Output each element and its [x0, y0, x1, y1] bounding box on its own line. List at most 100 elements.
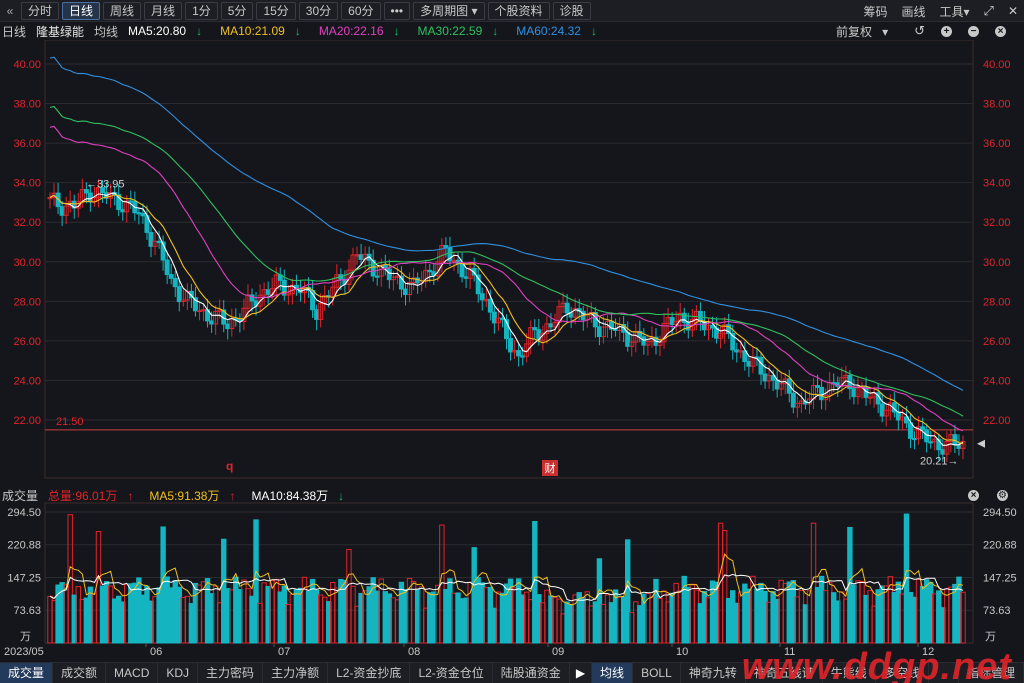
candle-body — [87, 192, 93, 203]
tools-dropdown[interactable]: 工具▾ — [939, 3, 969, 20]
volume-tick-right: 147.25 — [983, 573, 1017, 585]
candle-body — [427, 269, 433, 273]
settings-icon[interactable]: ⚙ — [997, 489, 1008, 501]
tab-intraday[interactable]: 分时 — [21, 1, 60, 20]
price-tick-left: 24.00 — [13, 375, 41, 387]
date-label: 06 — [150, 646, 162, 658]
ma20-text: MA20:22.16 — [318, 24, 384, 38]
double-chevron-left-icon[interactable]: « — [2, 4, 18, 18]
candle-body — [314, 309, 320, 320]
volume-title[interactable]: 成交量 — [2, 487, 38, 504]
zoom-in-icon[interactable]: + — [941, 25, 952, 37]
tab-magic-nine[interactable]: 神奇九转 — [681, 662, 746, 683]
candle-body — [164, 259, 170, 276]
tab-weekly[interactable]: 周线 — [103, 1, 142, 20]
volume-ma10: MA10:84.38万 ↓ — [251, 487, 354, 504]
tab-ma[interactable]: 均线 — [592, 662, 634, 683]
price-tick-left: 26.00 — [13, 336, 41, 348]
date-label: 09 — [552, 646, 564, 658]
up-arrow-icon: ↑ — [229, 488, 236, 503]
candle-body — [120, 209, 126, 213]
ma-info-bar: 日线 隆基绿能 均线 MA5:20.80 ↓ MA10:21.09 ↓ MA20:2… — [0, 22, 1024, 40]
draw-line-button[interactable]: 画线 — [901, 3, 925, 20]
volume-total: 总量:96.01万 ↑ — [48, 487, 143, 504]
candle-body — [596, 326, 602, 338]
ma30-value: MA30:22.59 ↓ — [418, 24, 509, 38]
multi-period-label: 多周期图 — [420, 3, 469, 18]
date-label: 08 — [408, 646, 420, 658]
marker-q: q — [226, 459, 233, 473]
zoom-out-icon[interactable]: − — [968, 25, 979, 37]
candle-body — [148, 231, 154, 247]
multi-period-dropdown[interactable]: 多周期图 ▾ — [413, 1, 485, 20]
tab-indicator-manage[interactable]: 指标管理 — [957, 663, 1024, 683]
tab-macd[interactable]: MACD — [106, 662, 159, 683]
diagnose-button[interactable]: 诊股 — [552, 1, 591, 20]
close-icon[interactable]: ✕ — [1008, 4, 1018, 18]
tab-kdj[interactable]: KDJ — [158, 662, 199, 683]
tab-hk-connect[interactable]: 陆股通资金 — [493, 662, 570, 683]
tab-main-net[interactable]: 主力净额 — [263, 662, 329, 683]
candle-body — [790, 392, 796, 408]
candle-body — [59, 206, 65, 216]
volume-ma10-text: MA10:84.38万 — [251, 488, 329, 503]
ma-lines — [49, 56, 964, 446]
tab-60min[interactable]: 60分 — [341, 1, 381, 20]
tab-30min[interactable]: 30分 — [298, 1, 339, 20]
more-periods-button[interactable]: ••• — [383, 1, 411, 20]
down-arrow-icon: ↓ — [492, 24, 499, 38]
close-panel-icon[interactable]: × — [968, 489, 979, 501]
reset-icon[interactable]: ↺ — [914, 23, 925, 39]
candle-body — [487, 298, 493, 313]
tab-magic-five[interactable]: 神奇五线谱 — [746, 662, 823, 683]
tab-l2-bottom[interactable]: L2-资金抄底 — [328, 662, 411, 683]
candle-body — [136, 212, 142, 215]
adjust-dropdown[interactable]: 前复权 ▾ — [836, 23, 898, 40]
candle-body — [774, 379, 780, 390]
date-label: 2023/05 — [4, 646, 44, 658]
play-icon[interactable]: ▶ — [570, 662, 593, 683]
tab-boll[interactable]: BOLL — [633, 662, 681, 683]
candle-body — [851, 388, 857, 398]
period-label: 日线 — [2, 24, 27, 39]
candle-body — [374, 275, 380, 278]
close-panel-icon[interactable]: × — [995, 25, 1006, 37]
ma60-value: MA60:24.32 ↓ — [516, 24, 607, 38]
tab-turnover[interactable]: 成交额 — [53, 662, 107, 683]
low-label: 20.21→ — [920, 455, 959, 467]
ma-settings-label[interactable]: 均线 — [94, 23, 118, 40]
tab-long-short[interactable]: 多空线 — [876, 662, 929, 683]
date-label: 07 — [278, 646, 290, 658]
stock-info-button[interactable]: 个股资料 — [487, 1, 550, 20]
tab-monthly[interactable]: 月线 — [144, 1, 183, 20]
down-arrow-icon: ↓ — [196, 24, 203, 38]
candle-body — [819, 386, 825, 401]
chips-button[interactable]: 筹码 — [863, 3, 887, 20]
tab-5min[interactable]: 5分 — [220, 1, 254, 20]
ma5-value: MA5:20.80 ↓ — [128, 24, 212, 38]
tab-15min[interactable]: 15分 — [256, 1, 296, 20]
annotations: 21.50 ←33.95 20.21→ q 财 — [56, 179, 985, 476]
price-tick-right: 38.00 — [983, 99, 1011, 111]
candle-body — [508, 338, 514, 353]
tab-1min[interactable]: 1分 — [185, 1, 218, 20]
candle-body — [168, 274, 174, 279]
tab-l2-position[interactable]: L2-资金仓位 — [410, 662, 493, 683]
price-tick-left: 22.00 — [13, 415, 41, 427]
chevron-down-icon: ▾ — [471, 3, 478, 18]
tab-daily[interactable]: 日线 — [62, 1, 101, 20]
fullscreen-icon[interactable]: ⤢ — [984, 3, 994, 19]
chevron-down-icon: ▾ — [963, 4, 970, 19]
price-tick-right: 26.00 — [983, 336, 1011, 348]
kline-chart[interactable]: 40.00 40.00 38.00 38.00 36.00 36.00 34.00 34.00… — [0, 40, 1024, 662]
tab-volume[interactable]: 成交量 — [0, 662, 54, 683]
volume-unit-right: 万 — [985, 631, 996, 643]
ma20-value: MA20:22.16 ↓ — [319, 24, 410, 38]
price-tick-left: 34.00 — [13, 178, 41, 190]
tab-main-code[interactable]: 主力密码 — [198, 662, 264, 683]
tab-bull-bear[interactable]: 牛熊线 — [823, 662, 876, 683]
candle-body — [940, 449, 946, 455]
top-toolbar: « 分时 日线 周线 月线 1分 5分 15分 30分 60分 ••• 多周期图… — [0, 0, 1024, 22]
down-arrow-icon: ↓ — [590, 24, 597, 38]
candle-body — [358, 254, 364, 260]
